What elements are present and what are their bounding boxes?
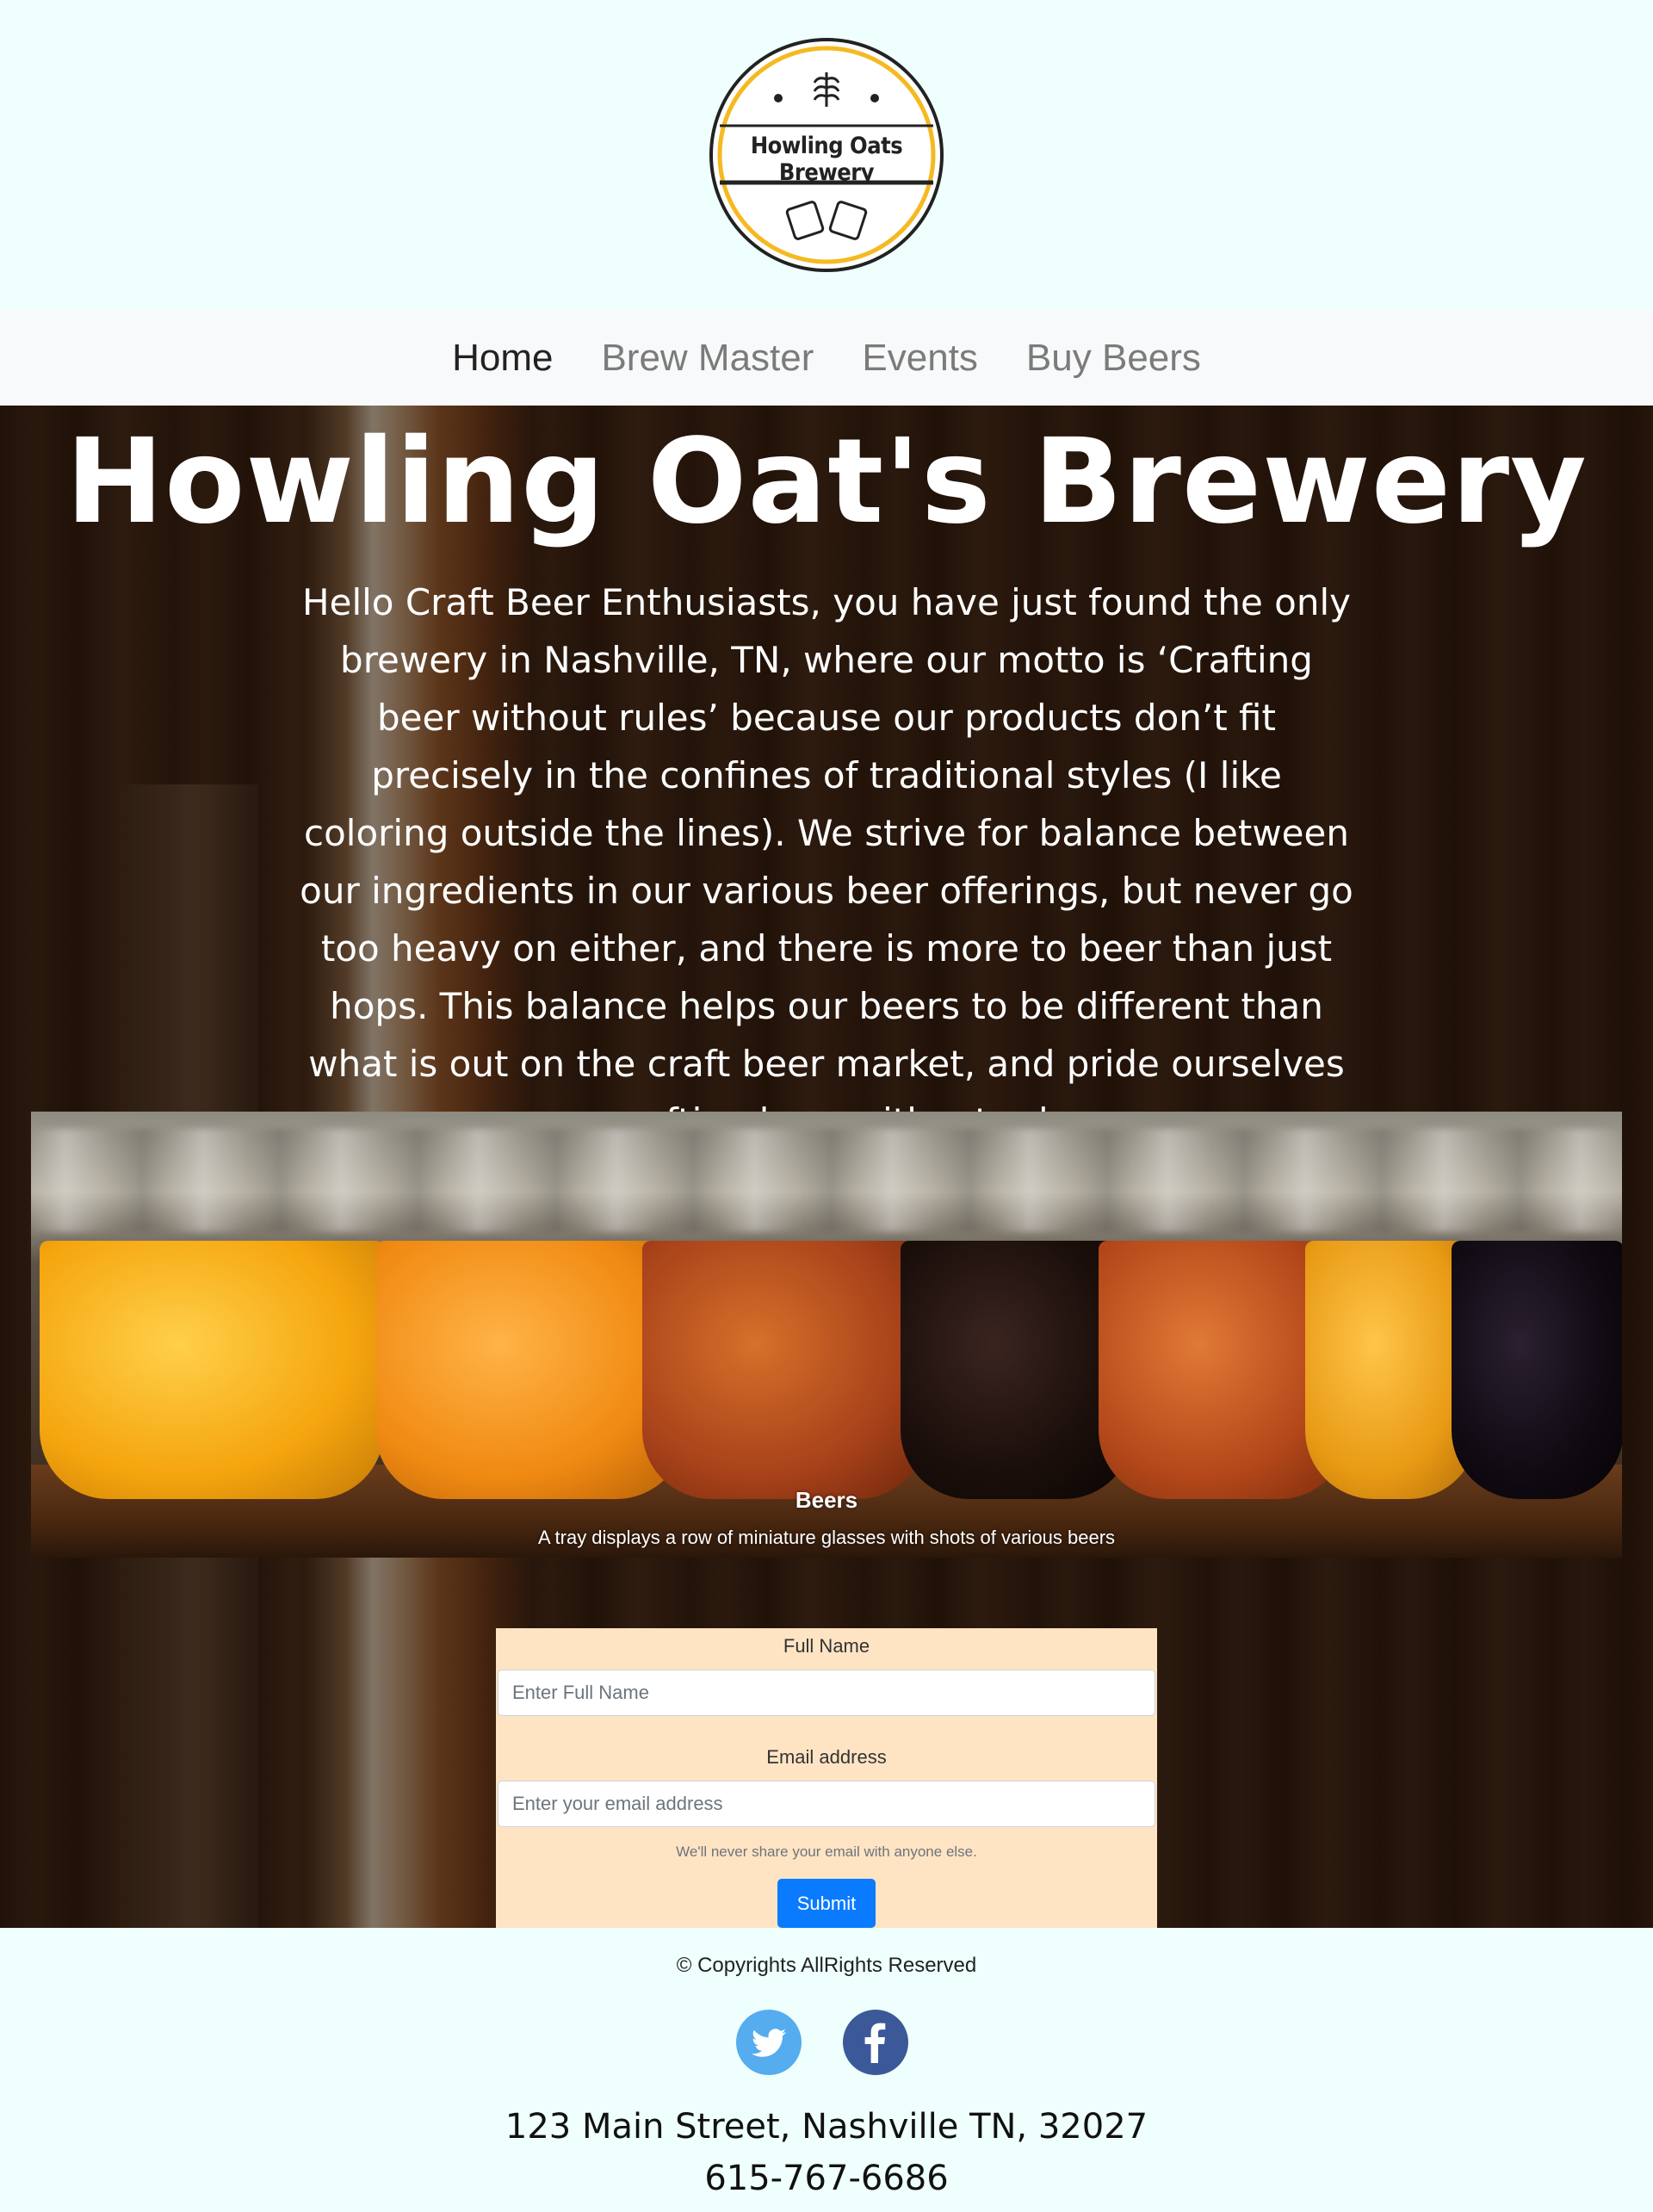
submit-button[interactable]: Submit	[777, 1879, 876, 1928]
full-name-input[interactable]	[498, 1670, 1155, 1716]
footer: © Copyrights AllRights Reserved 123 Main…	[0, 1928, 1653, 2212]
nav-home[interactable]: Home	[452, 337, 553, 380]
brewery-phone: 615-767-6686	[704, 2159, 949, 2198]
facebook-link[interactable]	[843, 2010, 908, 2075]
beer-glass-image	[642, 1241, 926, 1499]
beer-glass-image	[40, 1241, 384, 1499]
hero-title: Howling Oat's Brewery	[65, 414, 1588, 550]
nav-buy-beers[interactable]: Buy Beers	[1026, 337, 1201, 380]
facebook-icon	[843, 2010, 908, 2075]
nav-events[interactable]: Events	[862, 337, 978, 380]
full-name-label: Full Name	[783, 1635, 870, 1657]
tap-handles-image	[31, 1129, 1622, 1232]
email-label: Email address	[766, 1746, 887, 1768]
nav-brew-master[interactable]: Brew Master	[601, 337, 814, 380]
brewery-address: 123 Main Street, Nashville TN, 32027	[505, 2107, 1148, 2147]
email-input[interactable]	[498, 1781, 1155, 1827]
social-links	[736, 2010, 917, 2075]
signup-form: Full Name Email address We'll never shar…	[496, 1628, 1157, 1928]
carousel-caption-title: Beers	[795, 1487, 858, 1513]
carousel-caption-text: A tray displays a row of miniature glass…	[537, 1527, 1116, 1548]
twitter-icon	[736, 2010, 802, 2075]
brewery-logo[interactable]: Howling Oats Brewery	[708, 36, 945, 274]
copyright-text: © Copyrights AllRights Reserved	[676, 1954, 977, 1977]
main-nav: Home Brew Master Events Buy Beers	[0, 310, 1653, 406]
header: Howling Oats Brewery	[0, 0, 1653, 310]
logo-text: Howling Oats Brewery	[750, 133, 903, 186]
twitter-link[interactable]	[736, 2010, 802, 2075]
beer-carousel[interactable]: Beers A tray displays a row of miniature…	[31, 1112, 1622, 1558]
email-help-text: We'll never share your email with anyone…	[676, 1843, 977, 1860]
beer-glass-image	[1452, 1241, 1622, 1499]
hero-intro-text: Hello Craft Beer Enthusiasts, you have j…	[300, 581, 1353, 1143]
beer-glass-image	[375, 1241, 685, 1499]
